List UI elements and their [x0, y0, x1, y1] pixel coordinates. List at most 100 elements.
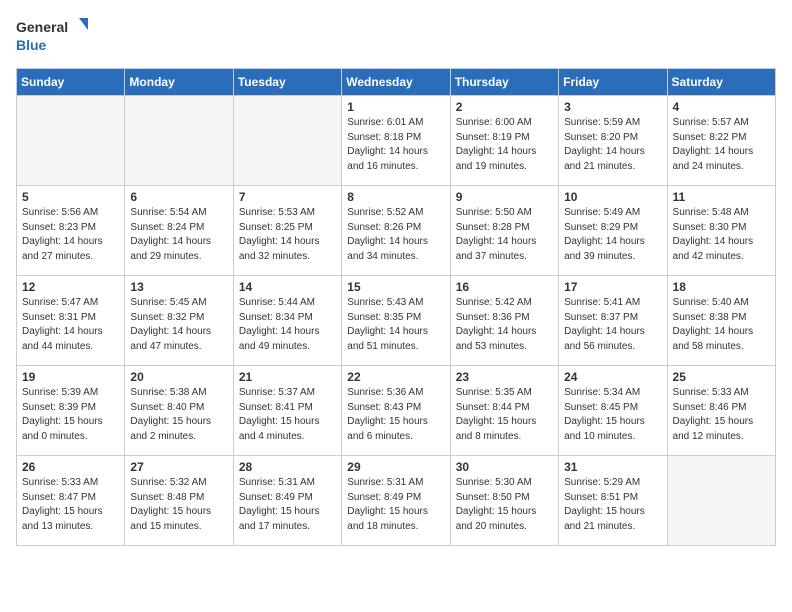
- cell-content: Sunrise: 5:30 AM Sunset: 8:50 PM Dayligh…: [456, 476, 553, 534]
- cell-content: Sunrise: 5:49 AM Sunset: 8:29 PM Dayligh…: [564, 206, 661, 264]
- cell-content: Sunrise: 5:41 AM Sunset: 8:37 PM Dayligh…: [564, 296, 661, 354]
- day-number: 30: [456, 460, 553, 474]
- calendar-cell: 15 Sunrise: 5:43 AM Sunset: 8:35 PM Dayli…: [342, 276, 450, 366]
- cell-content: Sunrise: 5:56 AM Sunset: 8:23 PM Dayligh…: [22, 206, 119, 264]
- col-header-monday: Monday: [125, 69, 233, 96]
- week-row-1: 1 Sunrise: 6:01 AM Sunset: 8:18 PM Daylig…: [17, 96, 776, 186]
- day-number: 1: [347, 100, 444, 114]
- calendar-cell: 13 Sunrise: 5:45 AM Sunset: 8:32 PM Dayli…: [125, 276, 233, 366]
- cell-content: Sunrise: 5:38 AM Sunset: 8:40 PM Dayligh…: [130, 386, 227, 444]
- day-number: 20: [130, 370, 227, 384]
- cell-content: Sunrise: 5:34 AM Sunset: 8:45 PM Dayligh…: [564, 386, 661, 444]
- col-header-saturday: Saturday: [667, 69, 775, 96]
- calendar-cell: 1 Sunrise: 6:01 AM Sunset: 8:18 PM Daylig…: [342, 96, 450, 186]
- day-number: 29: [347, 460, 444, 474]
- calendar-cell: [233, 96, 341, 186]
- day-number: 27: [130, 460, 227, 474]
- calendar-cell: [667, 456, 775, 546]
- cell-content: Sunrise: 5:36 AM Sunset: 8:43 PM Dayligh…: [347, 386, 444, 444]
- calendar-cell: 8Sunrise: 5:52 AM Sunset: 8:26 PM Daylig…: [342, 186, 450, 276]
- day-number: 9: [456, 190, 553, 204]
- calendar-cell: 16 Sunrise: 5:42 AM Sunset: 8:36 PM Dayli…: [450, 276, 558, 366]
- calendar-cell: [17, 96, 125, 186]
- day-number: 10: [564, 190, 661, 204]
- day-number: 21: [239, 370, 336, 384]
- cell-content: Sunrise: 5:42 AM Sunset: 8:36 PM Dayligh…: [456, 296, 553, 354]
- week-row-4: 19 Sunrise: 5:39 AM Sunset: 8:39 PM Dayli…: [17, 366, 776, 456]
- calendar-cell: 4 Sunrise: 5:57 AM Sunset: 8:22 PM Daylig…: [667, 96, 775, 186]
- week-row-3: 12 Sunrise: 5:47 AM Sunset: 8:31 PM Dayli…: [17, 276, 776, 366]
- day-number: 6: [130, 190, 227, 204]
- logo: GeneralBlue: [16, 16, 96, 56]
- cell-content: Sunrise: 5:29 AM Sunset: 8:51 PM Dayligh…: [564, 476, 661, 534]
- day-number: 28: [239, 460, 336, 474]
- day-number: 16: [456, 280, 553, 294]
- day-number: 4: [673, 100, 770, 114]
- cell-content: Sunrise: 6:00 AM Sunset: 8:19 PM Dayligh…: [456, 116, 553, 174]
- calendar-cell: 3 Sunrise: 5:59 AM Sunset: 8:20 PM Daylig…: [559, 96, 667, 186]
- cell-content: Sunrise: 5:33 AM Sunset: 8:46 PM Dayligh…: [673, 386, 770, 444]
- calendar-cell: 11Sunrise: 5:48 AM Sunset: 8:30 PM Dayli…: [667, 186, 775, 276]
- day-number: 3: [564, 100, 661, 114]
- svg-text:General: General: [16, 19, 68, 35]
- cell-content: Sunrise: 5:53 AM Sunset: 8:25 PM Dayligh…: [239, 206, 336, 264]
- calendar-cell: 26Sunrise: 5:33 AM Sunset: 8:47 PM Dayli…: [17, 456, 125, 546]
- page-header: GeneralBlue: [16, 16, 776, 56]
- cell-content: Sunrise: 5:59 AM Sunset: 8:20 PM Dayligh…: [564, 116, 661, 174]
- calendar-cell: 28 Sunrise: 5:31 AM Sunset: 8:49 PM Dayli…: [233, 456, 341, 546]
- calendar-cell: 24 Sunrise: 5:34 AM Sunset: 8:45 PM Dayli…: [559, 366, 667, 456]
- week-row-5: 26Sunrise: 5:33 AM Sunset: 8:47 PM Dayli…: [17, 456, 776, 546]
- calendar-cell: 25 Sunrise: 5:33 AM Sunset: 8:46 PM Dayli…: [667, 366, 775, 456]
- cell-content: Sunrise: 5:32 AM Sunset: 8:48 PM Dayligh…: [130, 476, 227, 534]
- calendar-cell: 5 Sunrise: 5:56 AM Sunset: 8:23 PM Daylig…: [17, 186, 125, 276]
- cell-content: Sunrise: 5:31 AM Sunset: 8:49 PM Dayligh…: [239, 476, 336, 534]
- day-number: 7: [239, 190, 336, 204]
- cell-content: Sunrise: 6:01 AM Sunset: 8:18 PM Dayligh…: [347, 116, 444, 174]
- calendar-table: SundayMondayTuesdayWednesdayThursdayFrid…: [16, 68, 776, 546]
- calendar-cell: 20 Sunrise: 5:38 AM Sunset: 8:40 PM Dayli…: [125, 366, 233, 456]
- cell-content: Sunrise: 5:40 AM Sunset: 8:38 PM Dayligh…: [673, 296, 770, 354]
- cell-content: Sunrise: 5:45 AM Sunset: 8:32 PM Dayligh…: [130, 296, 227, 354]
- cell-content: Sunrise: 5:37 AM Sunset: 8:41 PM Dayligh…: [239, 386, 336, 444]
- day-number: 25: [673, 370, 770, 384]
- calendar-cell: 22 Sunrise: 5:36 AM Sunset: 8:43 PM Dayli…: [342, 366, 450, 456]
- cell-content: Sunrise: 5:57 AM Sunset: 8:22 PM Dayligh…: [673, 116, 770, 174]
- calendar-cell: 18 Sunrise: 5:40 AM Sunset: 8:38 PM Dayli…: [667, 276, 775, 366]
- logo-icon: GeneralBlue: [16, 16, 96, 56]
- day-number: 18: [673, 280, 770, 294]
- calendar-cell: 12 Sunrise: 5:47 AM Sunset: 8:31 PM Dayli…: [17, 276, 125, 366]
- cell-content: Sunrise: 5:48 AM Sunset: 8:30 PM Dayligh…: [673, 206, 770, 264]
- day-number: 5: [22, 190, 119, 204]
- header-row: SundayMondayTuesdayWednesdayThursdayFrid…: [17, 69, 776, 96]
- cell-content: Sunrise: 5:39 AM Sunset: 8:39 PM Dayligh…: [22, 386, 119, 444]
- calendar-cell: 14Sunrise: 5:44 AM Sunset: 8:34 PM Dayli…: [233, 276, 341, 366]
- day-number: 15: [347, 280, 444, 294]
- cell-content: Sunrise: 5:31 AM Sunset: 8:49 PM Dayligh…: [347, 476, 444, 534]
- day-number: 13: [130, 280, 227, 294]
- day-number: 19: [22, 370, 119, 384]
- day-number: 14: [239, 280, 336, 294]
- cell-content: Sunrise: 5:47 AM Sunset: 8:31 PM Dayligh…: [22, 296, 119, 354]
- cell-content: Sunrise: 5:50 AM Sunset: 8:28 PM Dayligh…: [456, 206, 553, 264]
- col-header-wednesday: Wednesday: [342, 69, 450, 96]
- calendar-cell: 7 Sunrise: 5:53 AM Sunset: 8:25 PM Daylig…: [233, 186, 341, 276]
- cell-content: Sunrise: 5:43 AM Sunset: 8:35 PM Dayligh…: [347, 296, 444, 354]
- day-number: 17: [564, 280, 661, 294]
- col-header-friday: Friday: [559, 69, 667, 96]
- day-number: 24: [564, 370, 661, 384]
- col-header-thursday: Thursday: [450, 69, 558, 96]
- calendar-cell: 23Sunrise: 5:35 AM Sunset: 8:44 PM Dayli…: [450, 366, 558, 456]
- calendar-cell: 9 Sunrise: 5:50 AM Sunset: 8:28 PM Daylig…: [450, 186, 558, 276]
- calendar-cell: 27 Sunrise: 5:32 AM Sunset: 8:48 PM Dayli…: [125, 456, 233, 546]
- day-number: 22: [347, 370, 444, 384]
- col-header-tuesday: Tuesday: [233, 69, 341, 96]
- cell-content: Sunrise: 5:33 AM Sunset: 8:47 PM Dayligh…: [22, 476, 119, 534]
- calendar-cell: 31Sunrise: 5:29 AM Sunset: 8:51 PM Dayli…: [559, 456, 667, 546]
- calendar-cell: 19 Sunrise: 5:39 AM Sunset: 8:39 PM Dayli…: [17, 366, 125, 456]
- calendar-cell: 17 Sunrise: 5:41 AM Sunset: 8:37 PM Dayli…: [559, 276, 667, 366]
- calendar-cell: 21 Sunrise: 5:37 AM Sunset: 8:41 PM Dayli…: [233, 366, 341, 456]
- calendar-cell: 6Sunrise: 5:54 AM Sunset: 8:24 PM Daylig…: [125, 186, 233, 276]
- cell-content: Sunrise: 5:52 AM Sunset: 8:26 PM Dayligh…: [347, 206, 444, 264]
- day-number: 12: [22, 280, 119, 294]
- day-number: 23: [456, 370, 553, 384]
